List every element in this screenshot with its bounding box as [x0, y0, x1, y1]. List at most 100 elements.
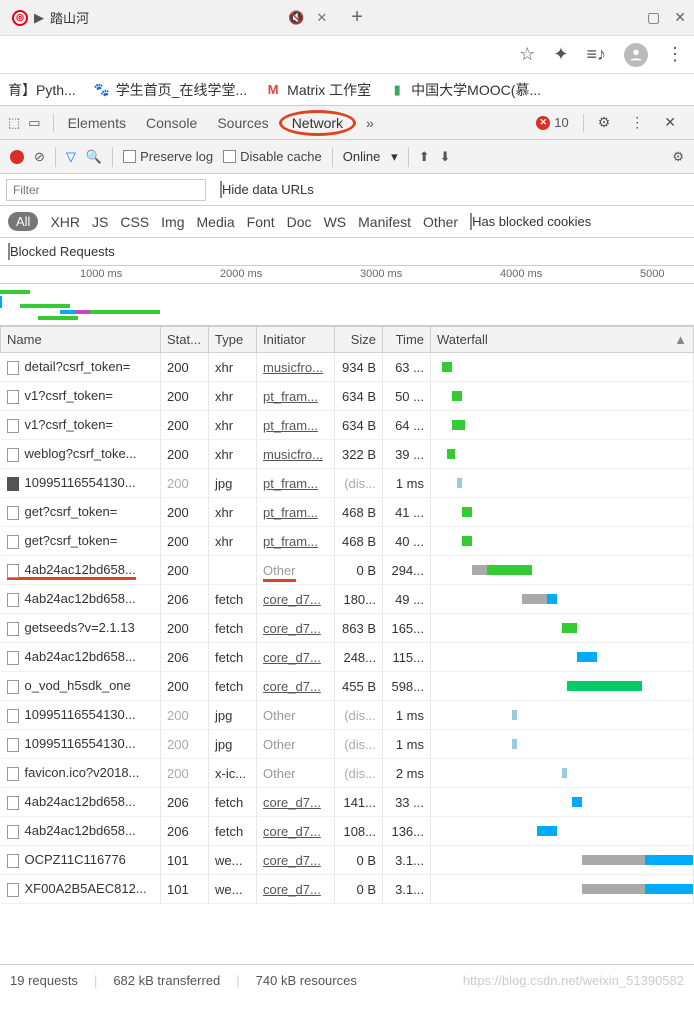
tab-sources[interactable]: Sources [217, 115, 268, 131]
bookmark-item[interactable]: 育】Pyth... [8, 80, 76, 100]
col-status[interactable]: Stat... [161, 327, 209, 353]
filter-all[interactable]: All [8, 212, 38, 231]
kebab-icon[interactable]: ⋮ [630, 114, 644, 131]
filter-js[interactable]: JS [92, 214, 108, 230]
col-name[interactable]: Name [1, 327, 161, 353]
profile-avatar[interactable] [624, 43, 648, 67]
timeline-overview[interactable] [0, 284, 694, 326]
clear-icon[interactable]: ⊘ [34, 149, 45, 165]
table-row[interactable]: 4ab24ac12bd658... 206 fetch core_d7... 1… [1, 817, 694, 846]
timeline-ruler[interactable]: 1000 ms 2000 ms 3000 ms 4000 ms 5000 [0, 266, 694, 284]
table-row[interactable]: 10995116554130... 200 jpg pt_fram... (di… [1, 469, 694, 498]
mute-icon[interactable]: 🔇 [288, 10, 304, 26]
table-row[interactable]: XF00A2B5AEC812... 101 we... core_d7... 0… [1, 875, 694, 904]
cell-initiator[interactable]: core_d7... [257, 875, 335, 904]
table-row[interactable]: favicon.ico?v2018... 200 x-ic... Other (… [1, 759, 694, 788]
blocked-cookies-checkbox[interactable]: Has blocked cookies [470, 214, 591, 229]
search-icon[interactable]: 🔍 [86, 149, 102, 165]
filter-media[interactable]: Media [197, 214, 235, 230]
filter-img[interactable]: Img [161, 214, 184, 230]
cell-initiator[interactable]: core_d7... [257, 672, 335, 701]
hide-data-urls-checkbox[interactable]: Hide data URLs [220, 182, 314, 197]
col-time[interactable]: Time [383, 327, 431, 353]
filter-icon[interactable]: ▽ [66, 149, 76, 165]
table-row[interactable]: 4ab24ac12bd658... 206 fetch core_d7... 2… [1, 643, 694, 672]
table-row[interactable]: 4ab24ac12bd658... 206 fetch core_d7... 1… [1, 788, 694, 817]
cell-initiator[interactable]: pt_fram... [257, 527, 335, 556]
table-row[interactable]: weblog?csrf_toke... 200 xhr musicfro... … [1, 440, 694, 469]
window-close-icon[interactable]: ✕ [674, 9, 686, 26]
filter-font[interactable]: Font [247, 214, 275, 230]
throttling-select[interactable]: Online ▾ [343, 149, 398, 165]
blocked-requests-checkbox[interactable]: Blocked Requests [8, 244, 115, 259]
cell-initiator[interactable]: core_d7... [257, 846, 335, 875]
table-row[interactable]: getseeds?v=2.1.13 200 fetch core_d7... 8… [1, 614, 694, 643]
filter-doc[interactable]: Doc [287, 214, 312, 230]
table-row[interactable]: detail?csrf_token= 200 xhr musicfro... 9… [1, 353, 694, 382]
cell-initiator[interactable]: core_d7... [257, 643, 335, 672]
close-tab-icon[interactable]: ✕ [316, 10, 327, 26]
device-toggle-icon[interactable]: ▭ [28, 115, 40, 131]
table-row[interactable]: 4ab24ac12bd658... 200 Other 0 B 294... [1, 556, 694, 585]
window-restore-icon[interactable]: ▢ [647, 9, 660, 26]
cell-initiator[interactable]: musicfro... [257, 440, 335, 469]
cell-initiator[interactable]: Other [257, 556, 335, 585]
more-tabs-icon[interactable]: » [366, 115, 374, 131]
error-count[interactable]: ✕10 [536, 115, 568, 130]
filter-manifest[interactable]: Manifest [358, 214, 411, 230]
cell-initiator[interactable]: pt_fram... [257, 411, 335, 440]
table-row[interactable]: v1?csrf_token= 200 xhr pt_fram... 634 B … [1, 411, 694, 440]
filter-ws[interactable]: WS [324, 214, 347, 230]
inspect-element-icon[interactable]: ⬚ [8, 115, 20, 131]
menu-icon[interactable]: ⋮ [666, 44, 684, 65]
reading-list-icon[interactable]: ≡♪ [586, 44, 606, 65]
cell-initiator[interactable]: core_d7... [257, 614, 335, 643]
cell-initiator[interactable]: Other [257, 730, 335, 759]
extensions-icon[interactable]: ✦ [553, 44, 568, 65]
cell-initiator[interactable]: core_d7... [257, 788, 335, 817]
cell-initiator[interactable]: pt_fram... [257, 498, 335, 527]
table-row[interactable]: o_vod_h5sdk_one 200 fetch core_d7... 455… [1, 672, 694, 701]
table-row[interactable]: get?csrf_token= 200 xhr pt_fram... 468 B… [1, 527, 694, 556]
table-row[interactable]: v1?csrf_token= 200 xhr pt_fram... 634 B … [1, 382, 694, 411]
tab-network[interactable]: Network [292, 115, 343, 131]
record-button[interactable] [10, 150, 24, 164]
bookmark-item[interactable]: MMatrix 工作室 [265, 80, 371, 100]
cell-initiator[interactable]: pt_fram... [257, 469, 335, 498]
table-row[interactable]: OCPZ11C116776 101 we... core_d7... 0 B 3… [1, 846, 694, 875]
tab-elements[interactable]: Elements [68, 115, 126, 131]
upload-icon[interactable]: ⬆ [419, 149, 430, 165]
filter-css[interactable]: CSS [120, 214, 149, 230]
settings-icon[interactable]: ⚙ [598, 114, 611, 131]
browser-tab[interactable]: ◎ ▶ 踏山河 [8, 8, 282, 27]
col-type[interactable]: Type [209, 327, 257, 353]
table-row[interactable]: 10995116554130... 200 jpg Other (dis... … [1, 730, 694, 759]
cell-initiator[interactable]: Other [257, 701, 335, 730]
bookmark-item[interactable]: 🐾学生首页_在线学堂... [94, 80, 247, 100]
table-row[interactable]: 10995116554130... 200 jpg Other (dis... … [1, 701, 694, 730]
settings-gear-icon[interactable]: ⚙ [672, 149, 684, 165]
table-row[interactable]: 4ab24ac12bd658... 206 fetch core_d7... 1… [1, 585, 694, 614]
col-size[interactable]: Size [335, 327, 383, 353]
col-initiator[interactable]: Initiator [257, 327, 335, 353]
table-row[interactable]: get?csrf_token= 200 xhr pt_fram... 468 B… [1, 498, 694, 527]
cell-initiator[interactable]: Other [257, 759, 335, 788]
disable-cache-checkbox[interactable]: Disable cache [223, 149, 322, 164]
download-icon[interactable]: ⬇ [440, 149, 451, 165]
filter-other[interactable]: Other [423, 214, 458, 230]
cell-initiator[interactable]: musicfro... [257, 353, 335, 382]
filter-input[interactable] [6, 179, 206, 201]
close-devtools-icon[interactable]: ✕ [664, 114, 676, 131]
cell-initiator[interactable]: core_d7... [257, 585, 335, 614]
cell-initiator[interactable]: core_d7... [257, 817, 335, 846]
col-waterfall[interactable]: Waterfall▲ [431, 327, 694, 353]
cell-time: 136... [383, 817, 431, 846]
star-icon[interactable]: ☆ [519, 44, 535, 65]
bookmark-item[interactable]: ▮中国大学MOOC(慕... [389, 80, 541, 100]
preserve-log-checkbox[interactable]: Preserve log [123, 149, 213, 164]
tab-console[interactable]: Console [146, 115, 197, 131]
cell-size: 0 B [335, 846, 383, 875]
new-tab-button[interactable]: + [351, 6, 363, 29]
cell-initiator[interactable]: pt_fram... [257, 382, 335, 411]
filter-xhr[interactable]: XHR [50, 214, 80, 230]
